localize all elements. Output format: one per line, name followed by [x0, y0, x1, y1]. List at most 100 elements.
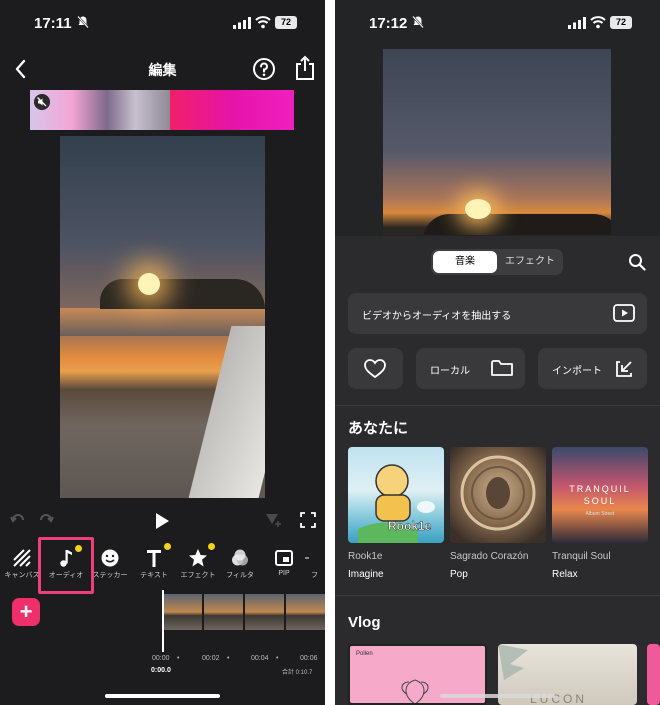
tick-dot: • — [227, 655, 230, 662]
tool-label: フィルタ — [226, 572, 254, 579]
preview-area: 17:12 72 — [335, 0, 660, 236]
cover-text: Pollen — [356, 651, 373, 657]
video-play-icon — [613, 304, 635, 322]
cover-text: TRANQUIL SOUL — [569, 484, 631, 506]
status-bar: 17:11 72 — [0, 0, 325, 44]
track-title[interactable]: Rook1e — [348, 551, 382, 562]
playhead[interactable] — [162, 590, 164, 652]
tick-label: 00:04 — [251, 655, 269, 662]
tool-text[interactable]: テキスト — [132, 543, 176, 590]
home-indicator — [440, 694, 555, 698]
new-badge — [208, 543, 215, 550]
divider — [335, 595, 660, 596]
import-button[interactable]: インポート — [538, 348, 647, 389]
timeline-clips[interactable] — [163, 594, 325, 630]
vlog-title: Vlog — [348, 614, 381, 631]
album-cover-tranquil-soul[interactable]: TRANQUIL SOUL Album Street — [552, 447, 648, 543]
timeline-clip[interactable] — [204, 594, 243, 630]
status-bar: 17:12 72 — [335, 0, 660, 44]
text-icon — [147, 550, 161, 567]
local-music-button[interactable]: ローカル — [416, 348, 525, 389]
play-icon[interactable] — [154, 512, 170, 530]
import-icon — [616, 361, 632, 377]
extract-audio-button[interactable]: ビデオからオーディオを抽出する — [348, 293, 647, 334]
for-you-title: あなたに — [348, 420, 409, 437]
tab-music[interactable]: 音楽 — [433, 251, 497, 273]
timeline-clip[interactable] — [286, 594, 325, 630]
clip-gradient-bar[interactable] — [170, 90, 294, 130]
star-icon — [189, 549, 207, 567]
track-genre: Pop — [450, 569, 468, 580]
new-badge — [164, 543, 171, 550]
video-preview[interactable] — [383, 49, 611, 235]
album-cover-rook1e[interactable]: Rook1e — [348, 447, 444, 543]
clip-thumbnail[interactable] — [30, 90, 170, 130]
cover-art — [460, 455, 536, 531]
playback-controls — [0, 512, 325, 534]
track-title[interactable]: Tranquil Soul — [552, 551, 611, 562]
local-music-label: ローカル — [430, 366, 470, 377]
timeline-clip[interactable] — [163, 594, 202, 630]
tool-effect[interactable]: エフェクト — [176, 543, 220, 590]
clip-thumbnail-strip[interactable] — [30, 90, 294, 130]
bell-slash-icon — [77, 15, 89, 29]
flower-icon — [401, 679, 429, 703]
import-label: インポート — [552, 366, 602, 377]
mountain — [423, 214, 611, 235]
total-duration: 合計 0:10.7 — [282, 670, 313, 676]
undo-icon[interactable] — [10, 512, 26, 528]
vlog-cover-partial[interactable] — [647, 644, 660, 705]
heart-icon — [364, 359, 386, 379]
sun — [138, 273, 160, 295]
fullscreen-icon[interactable] — [300, 512, 316, 528]
mute-icon[interactable] — [34, 94, 50, 110]
add-clip-button[interactable]: + — [12, 598, 40, 626]
audio-type-tabs: 音楽 エフェクト — [431, 249, 563, 275]
home-indicator — [105, 694, 220, 698]
audio-panel: 音楽 エフェクト ビデオからオーディオを抽出する ローカル インポート あなたに… — [335, 236, 660, 705]
tool-sticker[interactable]: ステッカー — [88, 544, 132, 590]
page-title: 編集 — [148, 62, 177, 78]
status-time: 17:12 — [369, 15, 408, 32]
favorites-button[interactable] — [348, 348, 403, 389]
sea-wall — [188, 326, 265, 498]
tool-filter[interactable]: フィルタ — [218, 544, 262, 590]
tool-label: エフェクト — [180, 572, 216, 579]
video-preview[interactable] — [60, 136, 265, 498]
audio-tool-highlight — [38, 537, 94, 594]
tool-label: ステッカー — [92, 572, 128, 579]
tool-more[interactable]: フ — [304, 544, 325, 590]
battery-indicator: 72 — [275, 16, 297, 29]
pip-icon — [275, 550, 293, 566]
tool-label: テキスト — [140, 572, 168, 579]
wifi-icon — [255, 16, 271, 29]
tool-pip[interactable]: PIP — [262, 544, 306, 590]
sticker-icon — [101, 549, 119, 567]
extract-audio-label: ビデオからオーディオを抽出する — [362, 311, 512, 322]
tick-label: 00:06 — [300, 655, 318, 662]
tool-label: フ — [311, 572, 318, 579]
tool-label: PIP — [278, 570, 290, 577]
cover-subtext: Album Street — [585, 511, 615, 517]
signal-icon — [233, 17, 251, 29]
search-icon[interactable] — [628, 253, 646, 271]
track-title[interactable]: Sagrado Corazón — [450, 551, 528, 562]
signal-icon — [568, 17, 586, 29]
keyframe-icon[interactable] — [265, 512, 283, 528]
share-icon[interactable] — [294, 55, 316, 81]
tab-effect[interactable]: エフェクト — [499, 251, 561, 273]
tick-dot: • — [177, 655, 180, 662]
timeline-ruler: 00:00 • 00:02 • 00:04 • 00:06 — [150, 655, 325, 667]
tick-label: 00:00 — [152, 655, 170, 662]
tick-dot: • — [276, 655, 279, 662]
help-icon[interactable] — [252, 57, 276, 81]
cover-text: Rook1e — [388, 519, 432, 534]
redo-icon[interactable] — [38, 512, 54, 528]
palm-leaf-icon — [498, 644, 528, 680]
tick-label: 00:02 — [202, 655, 220, 662]
timeline-clip[interactable] — [245, 594, 284, 630]
bell-slash-icon — [412, 15, 424, 29]
status-time: 17:11 — [34, 15, 72, 32]
battery-indicator: 72 — [610, 16, 632, 29]
album-cover-sagrado-corazon[interactable] — [450, 447, 546, 543]
